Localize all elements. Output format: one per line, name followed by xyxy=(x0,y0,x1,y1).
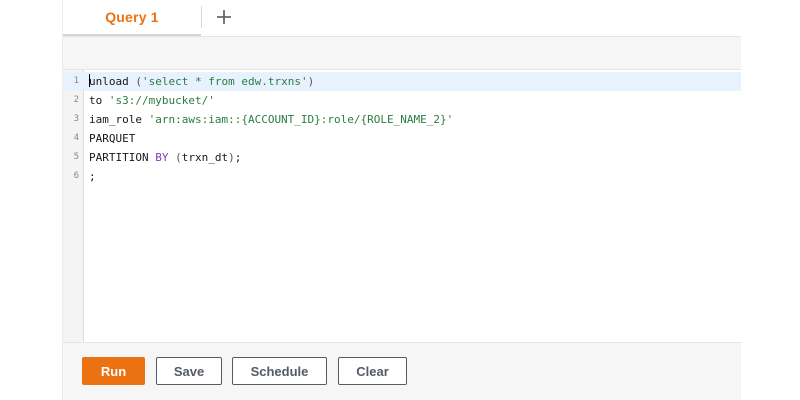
code-token: 'arn:aws:iam::{ACCOUNT_ID}:role/{ROLE_NA… xyxy=(148,113,454,126)
code-token: ( xyxy=(135,75,142,88)
editor-toolbar-strip xyxy=(63,37,741,70)
code-token: PARTITION xyxy=(89,151,156,164)
tab-query-1-label: Query 1 xyxy=(105,9,159,25)
code-token: to xyxy=(89,94,109,107)
editor-actions-bar: Run Save Schedule Clear xyxy=(63,343,741,400)
add-tab-button[interactable] xyxy=(211,4,237,30)
plus-icon xyxy=(217,10,231,24)
code-token: ; xyxy=(234,151,242,164)
code-token: 'select * from edw.trxns' xyxy=(142,75,308,88)
line-number: 5 xyxy=(73,152,79,162)
code-line[interactable]: 1 unload ('select * from edw.trxns') xyxy=(63,72,741,91)
tab-divider xyxy=(201,6,202,28)
code-token: PARQUET xyxy=(89,132,136,145)
code-line[interactable]: 2 to 's3://mybucket/' xyxy=(63,91,741,110)
code-token: ) xyxy=(307,75,315,88)
code-token: unload xyxy=(89,75,129,88)
line-number: 2 xyxy=(73,95,79,105)
line-number: 4 xyxy=(73,133,79,143)
tab-query-1[interactable]: Query 1 xyxy=(63,0,201,36)
query-tab-bar: Query 1 xyxy=(63,0,741,37)
code-token: trxn_dt xyxy=(181,151,229,164)
code-text: iam_role 'arn:aws:iam::{ACCOUNT_ID}:role… xyxy=(89,110,453,129)
code-token: iam_role xyxy=(89,113,149,126)
code-line[interactable]: 4 PARQUET xyxy=(63,129,741,148)
code-line[interactable]: 5 PARTITION BY (trxn_dt); xyxy=(63,148,741,167)
code-text: unload ('select * from edw.trxns') xyxy=(89,72,314,91)
code-text: ; xyxy=(89,167,96,186)
code-line[interactable]: 6; xyxy=(63,167,741,186)
code-token: BY xyxy=(155,151,169,164)
code-token: ; xyxy=(89,170,96,183)
code-token: ) xyxy=(228,151,235,164)
line-number: 3 xyxy=(73,114,79,124)
sql-editor[interactable]: 1 unload ('select * from edw.trxns') 2 to '… xyxy=(63,70,741,343)
query-editor-panel: Query 1 1 unload ('select * from edw.trxn… xyxy=(62,0,741,400)
clear-button[interactable]: Clear xyxy=(338,357,407,385)
run-button[interactable]: Run xyxy=(82,357,145,385)
schedule-button[interactable]: Schedule xyxy=(232,357,327,385)
line-number: 1 xyxy=(73,76,79,86)
code-text: PARTITION BY (trxn_dt); xyxy=(89,148,241,167)
code-line[interactable]: 3 iam_role 'arn:aws:iam::{ACCOUNT_ID}:rol… xyxy=(63,110,741,129)
save-button[interactable]: Save xyxy=(156,357,222,385)
code-token: 's3://mybucket/' xyxy=(108,94,215,107)
code-token: ( xyxy=(175,151,182,164)
code-text: to 's3://mybucket/' xyxy=(89,91,215,110)
line-number: 6 xyxy=(73,171,79,181)
code-text: PARQUET xyxy=(89,129,135,148)
